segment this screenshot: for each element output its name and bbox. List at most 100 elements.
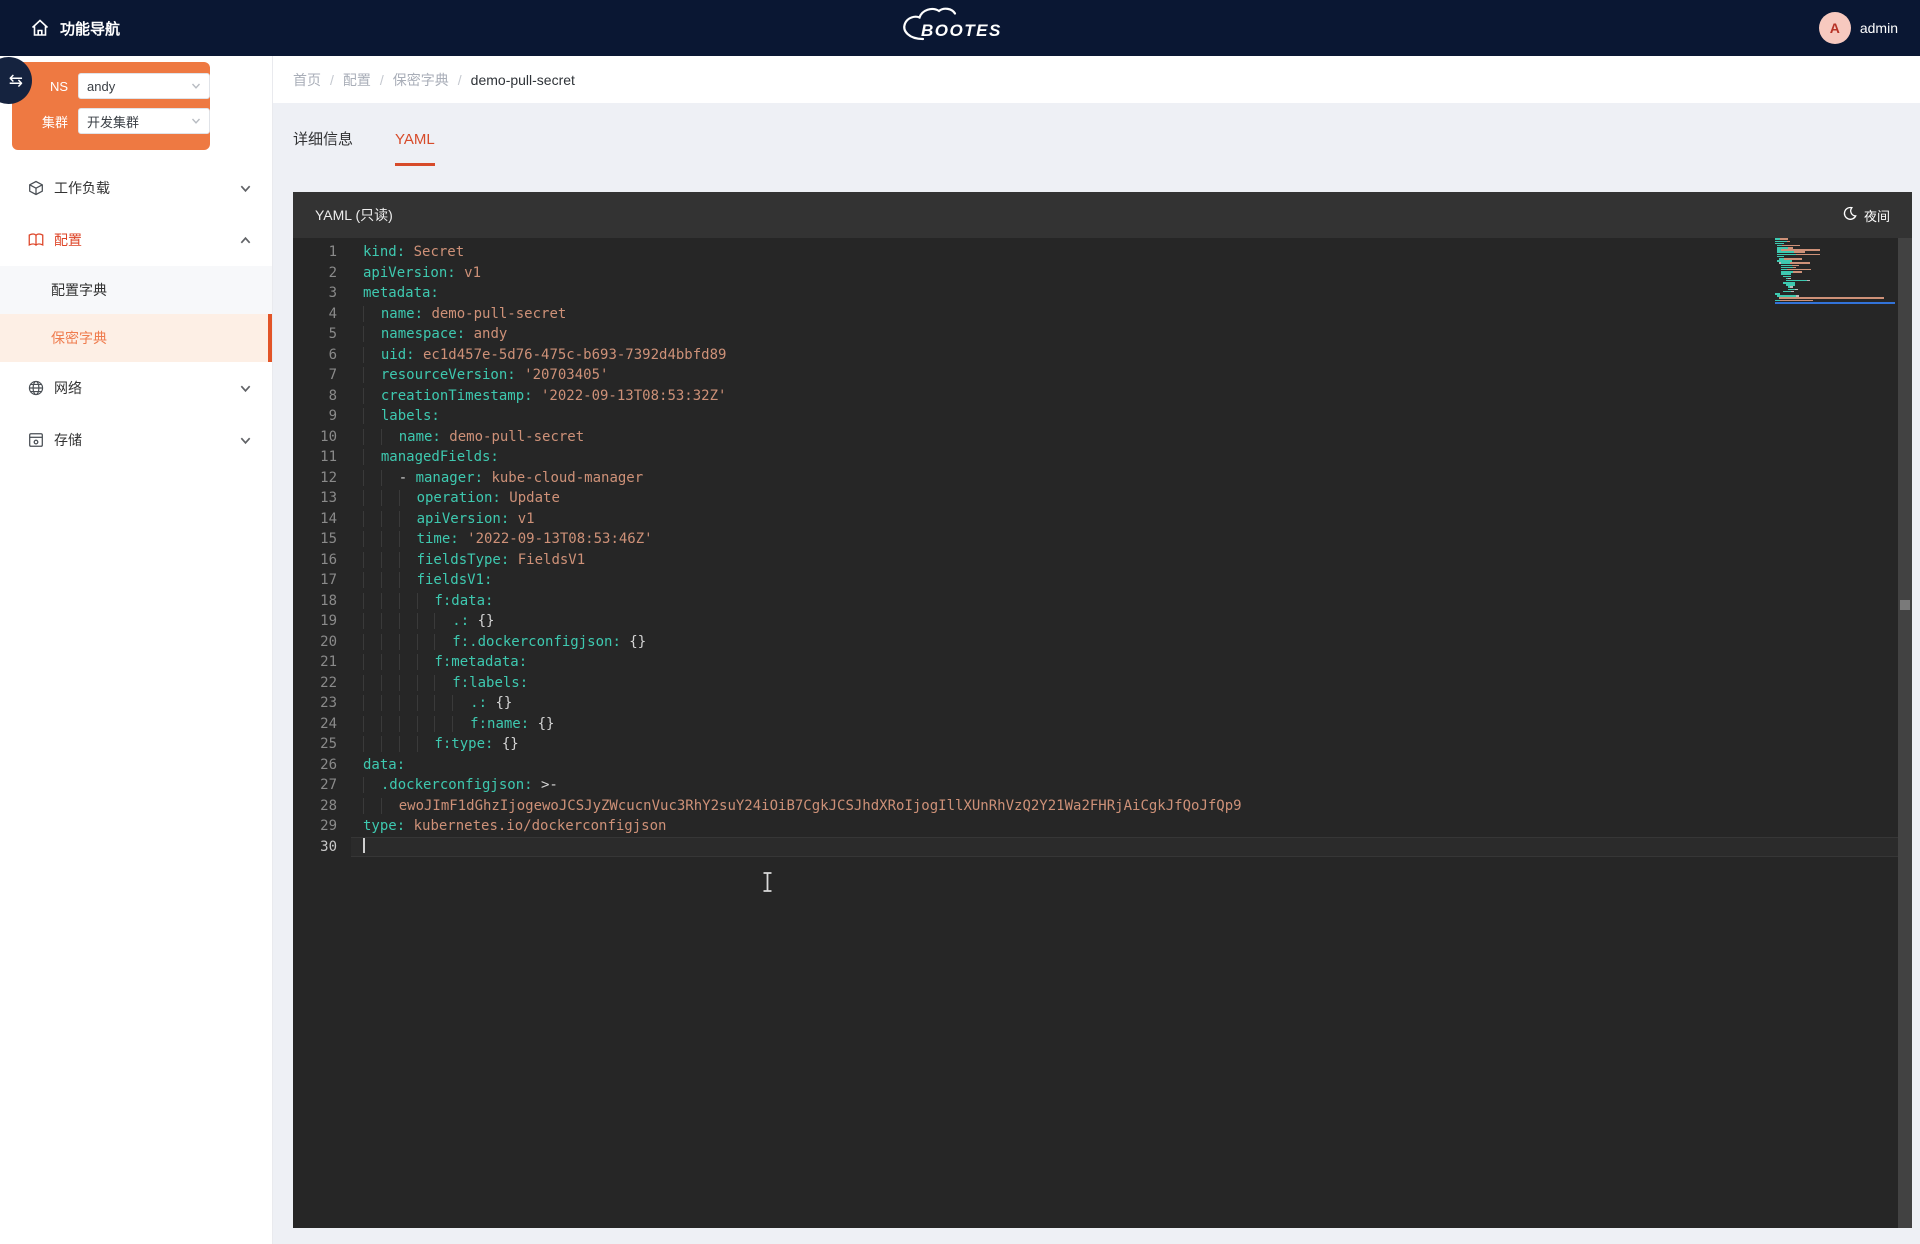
sidebar: ⇆ NS andy 集群 开发集群 工作负载配置配置字典保密字典网络存储 [0,56,273,1244]
line-number: 26 [293,755,337,776]
line-number: 17 [293,570,337,591]
code-line: 27 .dockerconfigjson: >- [293,775,1898,796]
line-number: 3 [293,283,337,304]
sidebar-item-network[interactable]: 网络 [0,362,272,414]
code-line: 5 namespace: andy [293,324,1898,345]
function-nav-label: 功能导航 [60,18,120,39]
swap-arrows-icon: ⇆ [9,71,23,91]
code-line: 11 managedFields: [293,447,1898,468]
sidebar-item-configmap[interactable]: 配置字典 [0,266,272,314]
chevron-down-icon [191,81,201,91]
line-number: 27 [293,775,337,796]
tab-details[interactable]: 详细信息 [293,130,353,166]
avatar: A [1819,12,1851,44]
cluster-label: 集群 [36,112,68,131]
network-icon [27,379,45,397]
line-number: 16 [293,550,337,571]
breadcrumb-item[interactable]: 首页 [293,70,321,90]
code-line: 29type: kubernetes.io/dockerconfigjson [293,816,1898,837]
code-lines[interactable]: 1kind: Secret2apiVersion: v13metadata:4 … [293,242,1898,857]
workspace-panel: NS andy 集群 开发集群 [12,62,210,150]
line-number: 28 [293,796,337,817]
line-number: 14 [293,509,337,530]
night-mode-label: 夜间 [1864,206,1890,225]
line-number: 5 [293,324,337,345]
logo-text: BOOTES [921,21,1002,40]
code-line: 23 .: {} [293,693,1898,714]
code-line: 2apiVersion: v1 [293,263,1898,284]
sidebar-submenu: 配置字典保密字典 [0,266,272,362]
sidebar-item-label: 存储 [54,430,239,450]
chevron-down-icon [239,382,252,395]
code-line: 30 [293,837,1898,858]
code-line: 17 fieldsV1: [293,570,1898,591]
code-line: 1kind: Secret [293,242,1898,263]
ns-label: NS [36,79,68,94]
function-nav-button[interactable]: 功能导航 [30,0,120,56]
line-number: 8 [293,386,337,407]
line-number: 15 [293,529,337,550]
minimap[interactable] [1775,238,1895,310]
line-number: 1 [293,242,337,263]
code-line: 10 name: demo-pull-secret [293,427,1898,448]
code-line: 18 f:data: [293,591,1898,612]
line-number: 21 [293,652,337,673]
sidebar-item-label: 网络 [54,378,239,398]
code-line: 21 f:metadata: [293,652,1898,673]
code-line: 15 time: '2022-09-13T08:53:46Z' [293,529,1898,550]
editor-body[interactable]: 1kind: Secret2apiVersion: v13metadata:4 … [293,238,1912,1228]
user-menu[interactable]: A admin [1819,0,1898,56]
chevron-down-icon [239,434,252,447]
editor-scrollbar-thumb[interactable] [1900,600,1910,610]
code-line: 3metadata: [293,283,1898,304]
minimap-cursor-line [1775,302,1895,304]
line-number: 29 [293,816,337,837]
cluster-select[interactable]: 开发集群 [78,108,210,134]
line-number: 25 [293,734,337,755]
breadcrumb-current: demo-pull-secret [471,72,575,88]
topbar: 功能导航 BOOTES A admin [0,0,1920,56]
line-number: 20 [293,632,337,653]
editor-title: YAML (只读) [315,205,393,225]
line-number: 7 [293,365,337,386]
sidebar-item-config[interactable]: 配置 [0,214,272,266]
code-line: 12 - manager: kube-cloud-manager [293,468,1898,489]
sidebar-item-label: 配置 [54,230,239,250]
line-number: 24 [293,714,337,735]
breadcrumb-separator: / [458,72,462,88]
sidebar-item-storage[interactable]: 存储 [0,414,272,466]
tab-yaml[interactable]: YAML [395,130,435,166]
code-line: 7 resourceVersion: '20703405' [293,365,1898,386]
editor-header: YAML (只读) 夜间 [293,192,1912,238]
night-mode-toggle[interactable]: 夜间 [1842,206,1890,225]
breadcrumb: 首页/配置/保密字典/demo-pull-secret [293,56,575,103]
sidebar-item-workload[interactable]: 工作负载 [0,162,272,214]
breadcrumb-item[interactable]: 保密字典 [393,70,449,90]
chevron-up-icon [239,234,252,247]
line-number: 18 [293,591,337,612]
text-caret [363,838,365,853]
code-line: 13 operation: Update [293,488,1898,509]
code-line: 6 uid: ec1d457e-5d76-475c-b693-7392d4bbf… [293,345,1898,366]
breadcrumb-separator: / [330,72,334,88]
sidebar-menu: 工作负载配置配置字典保密字典网络存储 [0,162,272,466]
code-line: 4 name: demo-pull-secret [293,304,1898,325]
moon-icon [1842,206,1857,224]
line-number: 23 [293,693,337,714]
editor-scrollbar[interactable] [1898,238,1912,1228]
code-line: 26data: [293,755,1898,776]
code-line: 22 f:labels: [293,673,1898,694]
line-number: 2 [293,263,337,284]
sidebar-item-secret[interactable]: 保密字典 [0,314,272,362]
namespace-select[interactable]: andy [78,73,210,99]
line-number: 11 [293,447,337,468]
chevron-down-icon [239,182,252,195]
code-line: 20 f:.dockerconfigjson: {} [293,632,1898,653]
bootes-logo: BOOTES [895,5,1035,51]
yaml-editor: YAML (只读) 夜间 1kind: Secret2apiVersion: v… [293,192,1912,1228]
line-number: 4 [293,304,337,325]
line-number: 30 [293,837,337,858]
storage-icon [27,431,45,449]
line-number: 12 [293,468,337,489]
breadcrumb-item[interactable]: 配置 [343,70,371,90]
